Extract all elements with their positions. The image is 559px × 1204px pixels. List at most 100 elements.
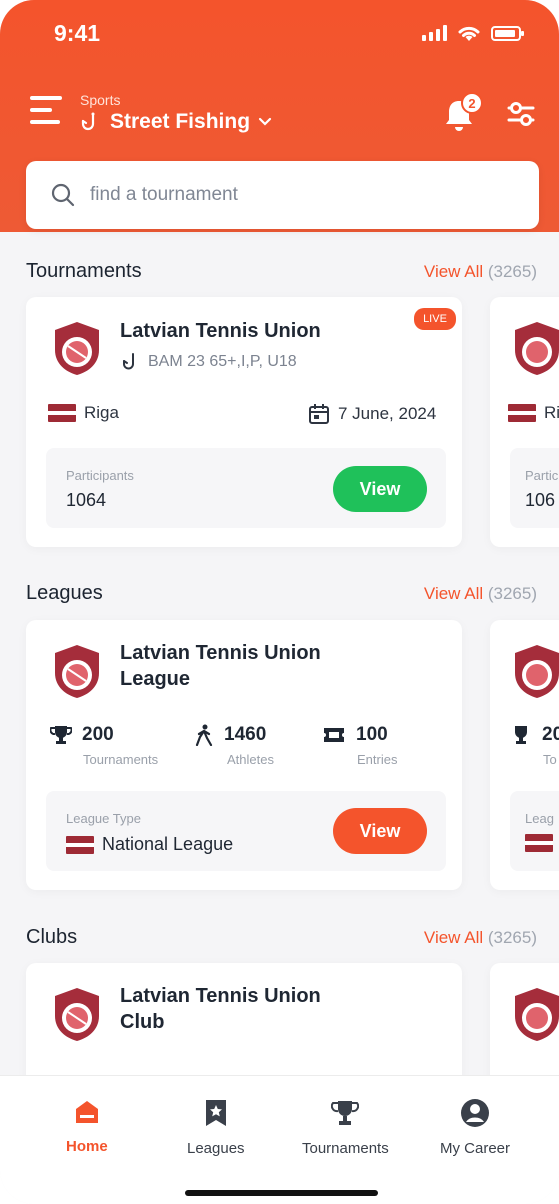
stat-tournaments-label: Tournaments xyxy=(83,752,159,767)
club-logo-icon xyxy=(515,645,559,698)
nav-tournaments[interactable]: Tournaments xyxy=(302,1098,389,1157)
league-type-label-next: Leag xyxy=(525,811,554,826)
city-name-next: Ri xyxy=(544,403,559,422)
latvia-flag-icon xyxy=(525,834,553,852)
clubs-view-all-link[interactable]: View All (3265) xyxy=(424,928,537,948)
live-badge: LIVE xyxy=(414,308,456,330)
latvia-flag-icon xyxy=(66,835,94,854)
league-type: National League xyxy=(66,834,233,855)
club-logo-icon xyxy=(515,322,559,375)
leagues-count: (3265) xyxy=(487,584,537,603)
nav-my-career[interactable]: My Career xyxy=(440,1098,510,1157)
city-name: Riga xyxy=(84,403,119,422)
nav-home[interactable]: Home xyxy=(66,1098,108,1155)
tournaments-section-title: Tournaments xyxy=(26,260,142,282)
home-indicator[interactable] xyxy=(185,1190,378,1196)
tournament-location-next: Ri xyxy=(508,403,559,423)
search-icon xyxy=(51,183,75,207)
stat-athletes-value: 1460 xyxy=(224,724,267,745)
league-type-next xyxy=(525,834,553,852)
tournaments-view-all-link[interactable]: View All (3265) xyxy=(424,262,537,282)
view-all-label: View All xyxy=(423,262,484,281)
league-name-line2: League xyxy=(120,668,191,690)
tournament-date: 7 June, 2024 xyxy=(308,403,436,425)
fishing-hook-icon xyxy=(81,112,95,131)
battery-icon xyxy=(491,25,524,41)
participants-value: 1064 xyxy=(66,490,107,510)
participants-panel-next xyxy=(510,448,559,528)
nav-my-career-label: My Career xyxy=(440,1140,511,1157)
fishing-hook-icon xyxy=(123,353,134,370)
stat-entries-value: 100 xyxy=(356,724,388,745)
calendar-icon xyxy=(309,404,329,424)
nav-tournaments-label: Tournaments xyxy=(302,1140,389,1157)
club-logo-icon xyxy=(55,988,99,1041)
club-logo-icon xyxy=(55,322,99,375)
stat-tournaments-next: 20 To xyxy=(510,724,559,767)
search-bar[interactable]: find a tournament xyxy=(26,161,539,229)
participants-label: Participants xyxy=(66,468,134,483)
club-logo-icon xyxy=(515,988,559,1041)
leagues-section-title: Leagues xyxy=(26,582,103,604)
search-input[interactable]: find a tournament xyxy=(90,184,238,206)
status-icons xyxy=(422,24,524,42)
trophy-icon xyxy=(331,1101,360,1125)
bottom-navigation: Home Leagues Tournaments My Career xyxy=(0,1075,559,1204)
trophy-icon xyxy=(50,726,72,744)
stat-tournaments: 200 Tournaments xyxy=(50,724,158,767)
stat-entries-label: Entries xyxy=(357,752,398,767)
league-view-button[interactable]: View xyxy=(333,808,427,854)
tournament-view-button[interactable]: View xyxy=(333,466,427,512)
view-all-label: View All xyxy=(423,928,484,947)
club-name-line2: Club xyxy=(120,1011,165,1033)
sport-name: Street Fishing xyxy=(110,110,251,133)
stat-label-next: To xyxy=(543,752,557,767)
filter-sliders-icon[interactable] xyxy=(506,100,536,128)
clubs-count: (3265) xyxy=(487,928,537,947)
stat-tournaments-value: 200 xyxy=(82,724,114,745)
chevron-down-icon xyxy=(258,117,272,126)
view-all-label: View All xyxy=(423,584,484,603)
club-name: Latvian Tennis Union Club xyxy=(120,983,321,1035)
sport-label: Sports xyxy=(80,92,121,108)
tournament-location: Riga xyxy=(48,403,119,423)
club-logo-icon xyxy=(55,645,99,698)
leagues-view-all-link[interactable]: View All (3265) xyxy=(424,584,537,604)
league-name: Latvian Tennis Union League xyxy=(120,640,321,692)
ticket-icon xyxy=(324,728,344,742)
home-icon xyxy=(75,1101,98,1123)
wifi-icon xyxy=(458,26,480,41)
notification-badge: 2 xyxy=(461,92,483,114)
latvia-flag-icon xyxy=(48,404,76,422)
star-bookmark-icon xyxy=(205,1100,226,1126)
nav-leagues-label: Leagues xyxy=(187,1140,245,1157)
status-time: 9:41 xyxy=(54,20,101,46)
phone-screen: 9:41 Sports Street Fishing 2 find a tour… xyxy=(0,0,559,1204)
participants-label-next: Partic xyxy=(525,468,559,483)
categories-text: BAM 23 65+,I,P, U18 xyxy=(148,353,297,370)
league-type-value: National League xyxy=(102,834,234,854)
tournaments-count: (3265) xyxy=(487,262,537,281)
user-icon xyxy=(461,1099,489,1127)
menu-icon[interactable] xyxy=(30,96,62,124)
sport-selector[interactable]: Street Fishing xyxy=(80,110,272,134)
stat-athletes: 1460 Athletes xyxy=(194,724,274,767)
stat-entries: 100 Entries xyxy=(322,724,397,767)
nav-leagues[interactable]: Leagues xyxy=(187,1098,245,1157)
league-type-label: League Type xyxy=(66,811,141,826)
cellular-signal-icon xyxy=(422,25,447,41)
participants-value-next: 106 xyxy=(525,490,556,510)
club-name-line1: Latvian Tennis Union xyxy=(120,985,321,1007)
league-type-panel-next xyxy=(510,791,559,871)
latvia-flag-icon xyxy=(508,404,536,422)
stat-value-next: 20 xyxy=(542,724,559,745)
date-text: 7 June, 2024 xyxy=(338,404,437,423)
trophy-icon xyxy=(515,726,527,744)
league-name-line1: Latvian Tennis Union xyxy=(120,642,321,664)
nav-home-label: Home xyxy=(66,1138,108,1155)
stat-athletes-label: Athletes xyxy=(227,752,274,767)
tournament-name: Latvian Tennis Union xyxy=(120,320,321,342)
athlete-icon xyxy=(195,724,213,746)
clubs-section-title: Clubs xyxy=(26,926,78,948)
tournament-categories: BAM 23 65+,I,P, U18 xyxy=(122,352,297,372)
